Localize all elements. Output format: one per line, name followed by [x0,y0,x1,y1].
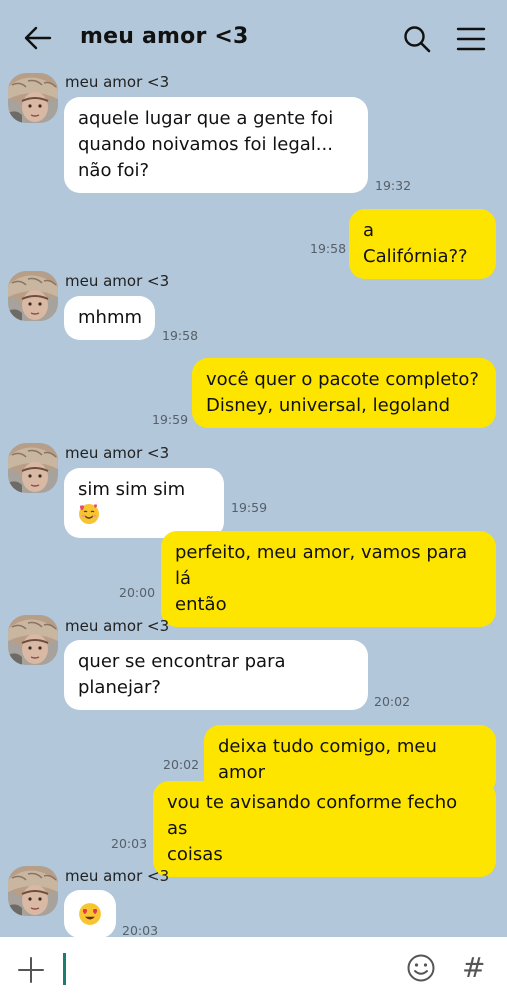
sender-name: meu amor <3 [65,444,170,462]
message-time: 19:59 [152,412,189,427]
sender-name: meu amor <3 [65,617,170,635]
search-icon[interactable] [402,24,432,54]
chat-header: meu amor <3 [0,0,507,76]
message-time: 19:59 [231,500,268,515]
back-arrow-icon[interactable] [24,26,52,50]
contact-avatar[interactable] [8,866,58,916]
message-line: você quer o pacote completo? [206,369,479,390]
message-line: mhmm [78,307,143,328]
smiling-face-with-hearts-icon [79,504,99,524]
plus-icon[interactable] [18,957,44,983]
message-line: quer se encontrar para [78,651,286,672]
contact-avatar[interactable] [8,73,58,123]
incoming-message[interactable]: mhmm [64,296,155,340]
message-time: 19:58 [162,328,199,343]
incoming-message[interactable]: aquele lugar que a gente foi quando noiv… [64,97,368,193]
sender-name: meu amor <3 [65,867,170,885]
message-text: sim sim sim [78,479,186,500]
sender-name: meu amor <3 [65,272,170,290]
heart-eyes-face-icon [79,903,101,925]
message-time: 20:02 [374,694,411,709]
message-line: deixa tudo comigo, meu amor [218,736,437,783]
outgoing-message[interactable]: você quer o pacote completo? Disney, uni… [192,358,496,428]
message-line: então [175,594,227,615]
message-line: a Califórnia?? [363,220,468,267]
message-time: 20:03 [111,836,148,851]
message-line: vou te avisando conforme fecho as [167,792,458,839]
message-line: não foi? [78,160,150,181]
outgoing-message[interactable]: a Califórnia?? [349,209,496,279]
message-time: 20:02 [163,757,200,772]
message-input-field[interactable] [63,953,66,985]
message-line: aquele lugar que a gente foi [78,108,334,129]
incoming-message[interactable]: quer se encontrar para planejar? [64,640,368,710]
sender-name: meu amor <3 [65,73,170,91]
emoji-icon[interactable] [406,953,436,983]
hash-icon[interactable]: # [462,953,488,983]
contact-avatar[interactable] [8,443,58,493]
message-time: 19:58 [310,241,347,256]
message-line: perfeito, meu amor, vamos para lá [175,542,468,589]
message-line: coisas [167,844,223,865]
outgoing-message[interactable]: vou te avisando conforme fecho as coisas [153,781,496,877]
incoming-message[interactable]: sim sim sim [64,468,224,538]
menu-icon[interactable] [456,26,486,52]
contact-avatar[interactable] [8,271,58,321]
message-time: 20:03 [122,923,159,938]
message-time: 19:32 [375,178,412,193]
message-input-bar: # [0,937,507,1000]
message-time: 20:00 [119,585,156,600]
contact-avatar[interactable] [8,615,58,665]
message-line: Disney, universal, legoland [206,395,450,416]
chat-title: meu amor <3 [80,24,249,49]
message-line: quando noivamos foi legal... [78,134,333,155]
incoming-message[interactable] [64,890,116,938]
message-line: planejar? [78,677,161,698]
outgoing-message[interactable]: perfeito, meu amor, vamos para lá então [161,531,496,627]
